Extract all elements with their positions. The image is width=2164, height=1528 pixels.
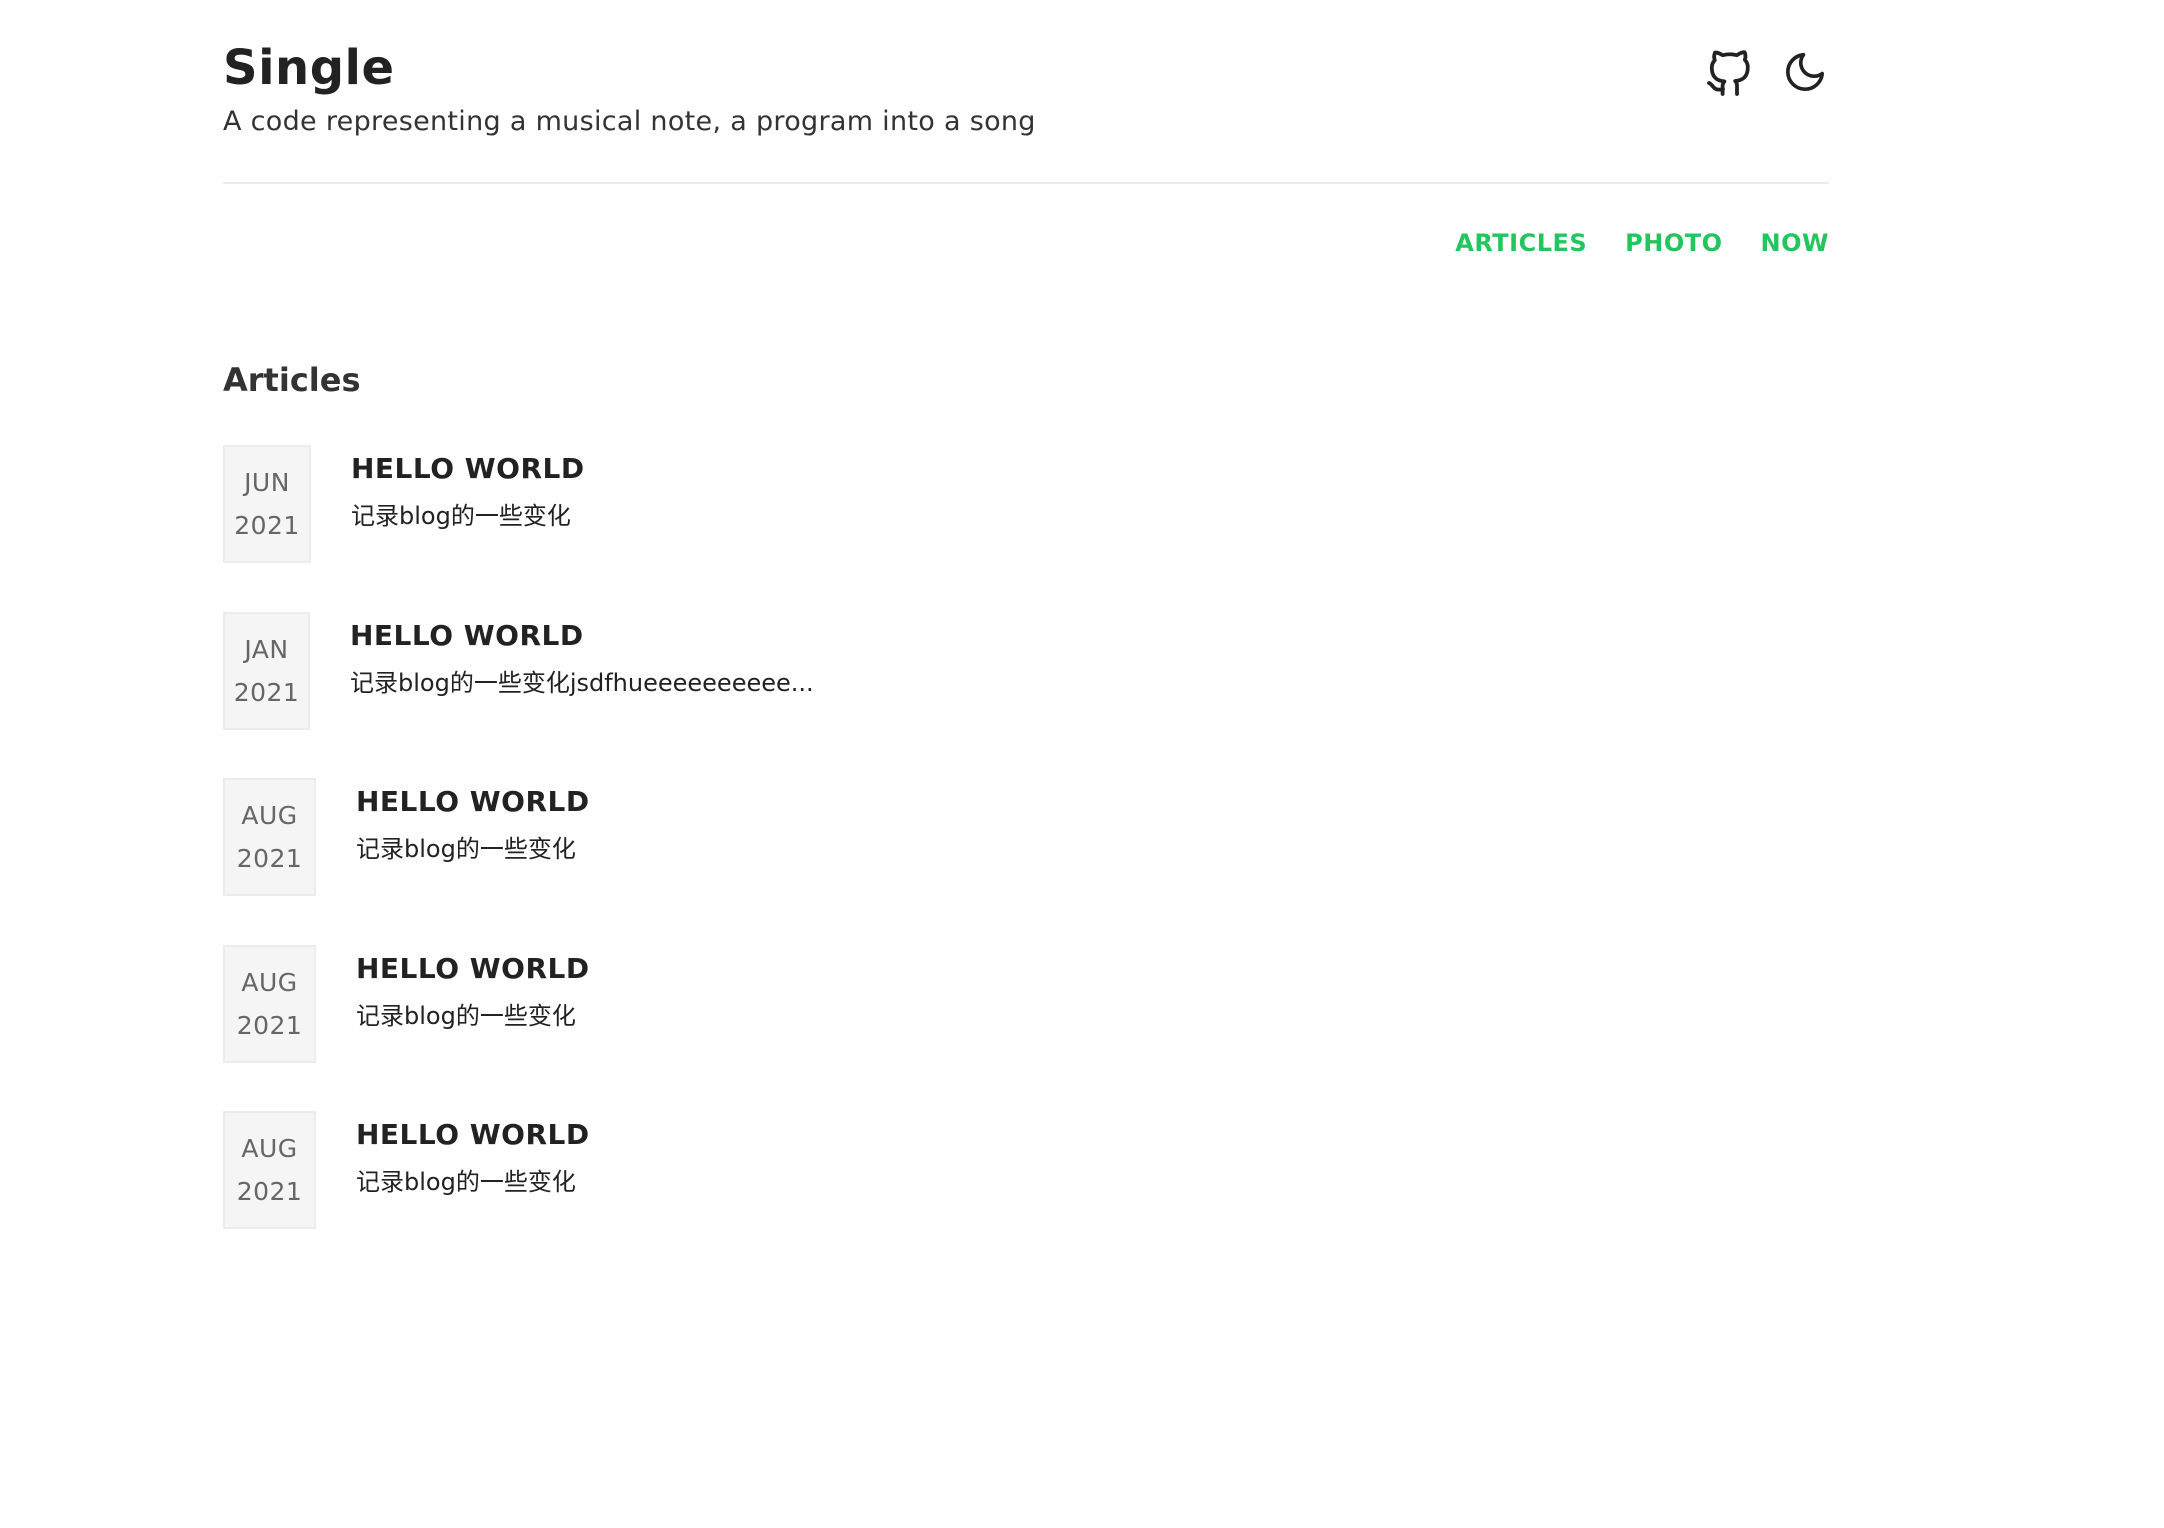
- post-month: AUG: [241, 1134, 298, 1163]
- list-item[interactable]: AUG 2021 HELLO WORLD 记录blog的一些变化: [223, 1111, 590, 1229]
- site-header: Single A code representing a musical not…: [223, 0, 1829, 184]
- main-nav: ARTICLES PHOTO NOW: [1455, 226, 1829, 260]
- post-summary: 记录blog的一些变化: [356, 835, 576, 863]
- post-title[interactable]: HELLO WORLD: [356, 1117, 590, 1153]
- list-item[interactable]: JUN 2021 HELLO WORLD 记录blog的一些变化: [223, 445, 585, 563]
- post-title[interactable]: HELLO WORLD: [356, 784, 590, 820]
- list-item[interactable]: JAN 2021 HELLO WORLD 记录blog的一些变化jsdfhuee…: [223, 612, 814, 730]
- post-summary: 记录blog的一些变化: [356, 1168, 576, 1196]
- post-month: JUN: [244, 468, 290, 497]
- date-box: JUN 2021: [223, 445, 311, 563]
- post-summary: 记录blog的一些变化: [356, 1002, 576, 1030]
- section-title: Articles: [223, 361, 361, 399]
- page: Single A code representing a musical not…: [0, 0, 2164, 1528]
- post-month: JAN: [244, 635, 289, 664]
- list-item[interactable]: AUG 2021 HELLO WORLD 记录blog的一些变化: [223, 945, 590, 1063]
- date-box: JAN 2021: [223, 612, 310, 730]
- post-year: 2021: [234, 511, 300, 540]
- date-box: AUG 2021: [223, 1111, 316, 1229]
- post-year: 2021: [236, 1177, 303, 1206]
- post-year: 2021: [233, 678, 300, 707]
- post-year: 2021: [236, 844, 303, 873]
- post-body: HELLO WORLD 记录blog的一些变化jsdfhueeeeeeeeee.…: [350, 612, 814, 701]
- post-title[interactable]: HELLO WORLD: [356, 951, 590, 987]
- post-month: AUG: [241, 801, 298, 830]
- moon-icon[interactable]: [1781, 46, 1829, 98]
- post-title[interactable]: HELLO WORLD: [350, 618, 814, 654]
- post-body: HELLO WORLD 记录blog的一些变化: [351, 445, 585, 534]
- post-summary: 记录blog的一些变化jsdfhueeeeeeeeee...: [350, 669, 814, 697]
- nav-articles[interactable]: ARTICLES: [1455, 226, 1587, 260]
- post-body: HELLO WORLD 记录blog的一些变化: [356, 945, 590, 1034]
- main-content: Single A code representing a musical not…: [223, 0, 1829, 1229]
- date-box: AUG 2021: [223, 945, 316, 1063]
- nav-now[interactable]: NOW: [1761, 226, 1829, 260]
- nav-photo[interactable]: PHOTO: [1625, 226, 1722, 260]
- site-title[interactable]: Single: [223, 38, 395, 98]
- post-body: HELLO WORLD 记录blog的一些变化: [356, 1111, 590, 1200]
- date-box: AUG 2021: [223, 778, 316, 896]
- site-subtitle: A code representing a musical note, a pr…: [223, 106, 1036, 137]
- post-summary: 记录blog的一些变化: [351, 502, 571, 530]
- post-title[interactable]: HELLO WORLD: [351, 451, 585, 487]
- post-year: 2021: [236, 1011, 303, 1040]
- github-icon[interactable]: [1705, 46, 1753, 98]
- post-month: AUG: [241, 968, 298, 997]
- post-body: HELLO WORLD 记录blog的一些变化: [356, 778, 590, 867]
- header-icons: [1705, 46, 1829, 98]
- list-item[interactable]: AUG 2021 HELLO WORLD 记录blog的一些变化: [223, 778, 590, 896]
